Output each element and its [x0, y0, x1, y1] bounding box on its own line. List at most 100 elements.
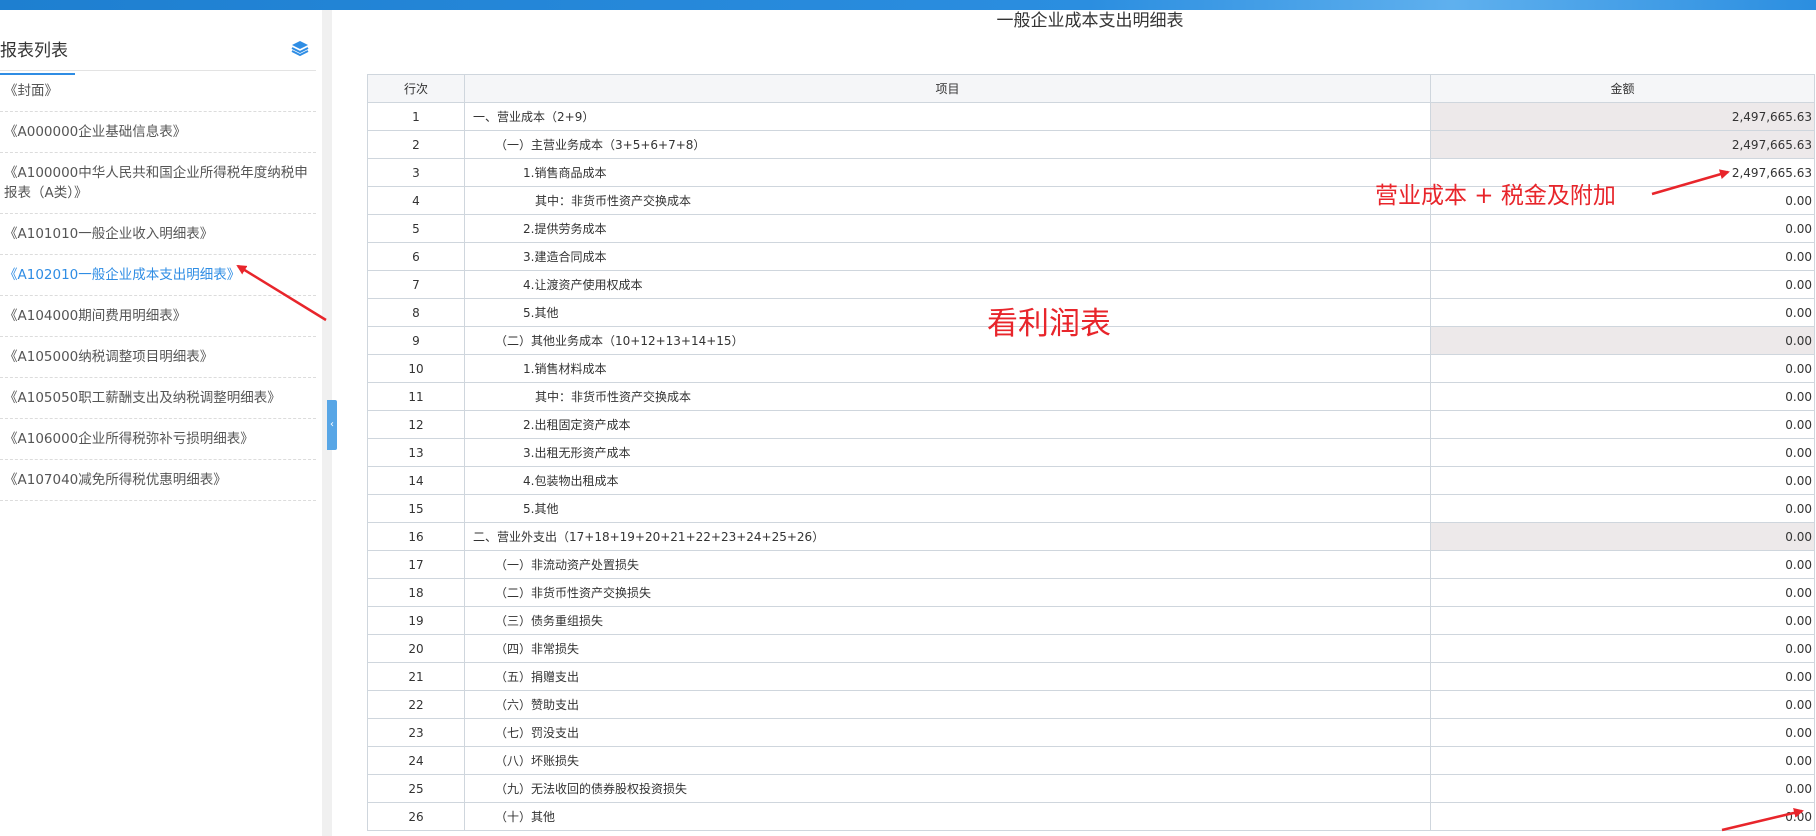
table-row: 26 （十）其他 0.00 [367, 802, 1815, 831]
amount-cell[interactable]: 0.00 [1430, 746, 1815, 775]
item-cell: 5.其他 [464, 298, 1431, 327]
amount-cell[interactable]: 0.00 [1430, 242, 1815, 271]
sidebar-item[interactable]: 《封面》 [0, 71, 316, 112]
sidebar-item[interactable]: 《A107040减免所得税优惠明细表》 [0, 460, 316, 501]
item-cell: （五）捐赠支出 [464, 662, 1431, 691]
amount-cell[interactable]: 0.00 [1430, 466, 1815, 495]
item-cell: 1.销售材料成本 [464, 354, 1431, 383]
item-cell: 3.出租无形资产成本 [464, 438, 1431, 467]
table-row: 5 2.提供劳务成本 0.00 [367, 214, 1815, 243]
item-cell: （一）非流动资产处置损失 [464, 550, 1431, 579]
amount-cell[interactable]: 0.00 [1430, 606, 1815, 635]
table-row: 1 一、营业成本（2+9） 2,497,665.63 [367, 102, 1815, 131]
collapse-sidebar-button[interactable]: ‹ [327, 400, 337, 450]
row-number-cell: 15 [367, 494, 465, 523]
amount-cell[interactable]: 0.00 [1430, 214, 1815, 243]
sidebar-item[interactable]: 《A102010一般企业成本支出明细表》 [0, 255, 316, 296]
item-cell: 3.建造合同成本 [464, 242, 1431, 271]
item-cell: 5.其他 [464, 494, 1431, 523]
sidebar-item[interactable]: 《A100000中华人民共和国企业所得税年度纳税申报表（A类）》 [0, 153, 316, 214]
item-cell: 二、营业外支出（17+18+19+20+21+22+23+24+25+26） [464, 522, 1431, 551]
row-number-cell: 9 [367, 326, 465, 355]
row-number-cell: 18 [367, 578, 465, 607]
amount-cell[interactable]: 0.00 [1430, 298, 1815, 327]
amount-cell[interactable]: 0.00 [1430, 774, 1815, 803]
column-header-item: 项目 [464, 74, 1431, 103]
row-number-cell: 7 [367, 270, 465, 299]
sidebar-item[interactable]: 《A000000企业基础信息表》 [0, 112, 316, 153]
table-row: 11 其中：非货币性资产交换成本 0.00 [367, 382, 1815, 411]
amount-cell[interactable]: 0.00 [1430, 382, 1815, 411]
page-title: 一般企业成本支出明细表 [996, 11, 1184, 31]
row-number-cell: 16 [367, 522, 465, 551]
table-row: 22 （六）赞助支出 0.00 [367, 690, 1815, 719]
amount-cell: 0.00 [1430, 326, 1815, 355]
amount-cell: 2,497,665.63 [1430, 102, 1815, 131]
item-cell: （八）坏账损失 [464, 746, 1431, 775]
amount-cell: 2,497,665.63 [1430, 130, 1815, 159]
table-row: 21 （五）捐赠支出 0.00 [367, 662, 1815, 691]
amount-cell[interactable]: 0.00 [1430, 802, 1815, 831]
row-number-cell: 3 [367, 158, 465, 187]
row-number-cell: 22 [367, 690, 465, 719]
item-cell: （四）非常损失 [464, 634, 1431, 663]
amount-cell[interactable]: 0.00 [1430, 662, 1815, 691]
sidebar-header: 报表列表 [0, 24, 316, 75]
sidebar-item[interactable]: 《A101010一般企业收入明细表》 [0, 214, 316, 255]
row-number-cell: 13 [367, 438, 465, 467]
layers-icon[interactable] [290, 38, 310, 58]
row-number-cell: 5 [367, 214, 465, 243]
amount-cell[interactable]: 0.00 [1430, 494, 1815, 523]
item-cell: 4.让渡资产使用权成本 [464, 270, 1431, 299]
amount-cell[interactable]: 0.00 [1430, 438, 1815, 467]
row-number-cell: 14 [367, 466, 465, 495]
row-number-cell: 2 [367, 130, 465, 159]
amount-cell[interactable]: 0.00 [1430, 690, 1815, 719]
sidebar-item[interactable]: 《A105050职工薪酬支出及纳税调整明细表》 [0, 378, 316, 419]
table-row: 13 3.出租无形资产成本 0.00 [367, 438, 1815, 467]
row-number-cell: 26 [367, 802, 465, 831]
row-number-cell: 19 [367, 606, 465, 635]
table-row: 25 （九）无法收回的债券股权投资损失 0.00 [367, 774, 1815, 803]
item-cell: 2.提供劳务成本 [464, 214, 1431, 243]
item-cell: 2.出租固定资产成本 [464, 410, 1431, 439]
sidebar-list: 《封面》 《A000000企业基础信息表》 《A100000中华人民共和国企业所得税… [0, 71, 316, 501]
item-cell: （二）其他业务成本（10+12+13+14+15） [464, 326, 1431, 355]
amount-cell[interactable]: 0.00 [1430, 718, 1815, 747]
table-row: 19 （三）债务重组损失 0.00 [367, 606, 1815, 635]
row-number-cell: 1 [367, 102, 465, 131]
item-cell: （九）无法收回的债券股权投资损失 [464, 774, 1431, 803]
column-header-row-number: 行次 [367, 74, 465, 103]
table-row: 6 3.建造合同成本 0.00 [367, 242, 1815, 271]
table-row: 12 2.出租固定资产成本 0.00 [367, 410, 1815, 439]
item-cell: （六）赞助支出 [464, 690, 1431, 719]
row-number-cell: 17 [367, 550, 465, 579]
sidebar-title: 报表列表 [0, 36, 75, 75]
sidebar-item[interactable]: 《A104000期间费用明细表》 [0, 296, 316, 337]
amount-cell[interactable]: 0.00 [1430, 354, 1815, 383]
row-number-cell: 11 [367, 382, 465, 411]
row-number-cell: 6 [367, 242, 465, 271]
amount-cell[interactable]: 0.00 [1430, 578, 1815, 607]
sidebar-item[interactable]: 《A105000纳税调整项目明细表》 [0, 337, 316, 378]
amount-cell[interactable]: 0.00 [1430, 634, 1815, 663]
table-row: 17 （一）非流动资产处置损失 0.00 [367, 550, 1815, 579]
row-number-cell: 21 [367, 662, 465, 691]
table-row: 2 （一）主营业务成本（3+5+6+7+8） 2,497,665.63 [367, 130, 1815, 159]
item-cell: 一、营业成本（2+9） [464, 102, 1431, 131]
row-number-cell: 8 [367, 298, 465, 327]
table-header-row: 行次 项目 金额 [367, 74, 1815, 103]
row-number-cell: 23 [367, 718, 465, 747]
amount-cell[interactable]: 0.00 [1430, 550, 1815, 579]
row-number-cell: 12 [367, 410, 465, 439]
item-cell: 其中：非货币性资产交换成本 [464, 186, 1431, 215]
table-row: 16 二、营业外支出（17+18+19+20+21+22+23+24+25+26）… [367, 522, 1815, 551]
item-cell: （三）债务重组损失 [464, 606, 1431, 635]
annotation-cost-note: 营业成本 + 税金及附加 [1375, 183, 1616, 209]
amount-cell[interactable]: 0.00 [1430, 410, 1815, 439]
amount-cell[interactable]: 0.00 [1430, 270, 1815, 299]
sidebar-item[interactable]: 《A106000企业所得税弥补亏损明细表》 [0, 419, 316, 460]
row-number-cell: 24 [367, 746, 465, 775]
row-number-cell: 10 [367, 354, 465, 383]
item-cell: 4.包装物出租成本 [464, 466, 1431, 495]
